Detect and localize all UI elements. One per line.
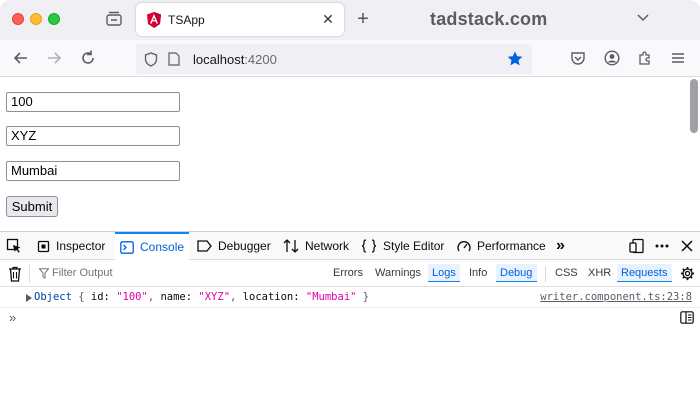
log-key-id: id: [90, 291, 117, 303]
filter-warnings[interactable]: Warnings [375, 267, 421, 279]
debugger-icon [197, 240, 212, 252]
minimize-window-button[interactable] [30, 13, 42, 25]
close-window-button[interactable] [12, 13, 24, 25]
filter-errors[interactable]: Errors [333, 267, 363, 279]
url-port: :4200 [244, 52, 277, 67]
tab-debugger[interactable]: Debugger [197, 232, 273, 260]
tab-inspector[interactable]: Inspector [37, 232, 113, 260]
trash-icon[interactable] [8, 266, 22, 282]
log-key-location: location: [242, 291, 306, 303]
angular-favicon-icon [147, 12, 161, 28]
filter-info[interactable]: Info [469, 267, 487, 279]
menu-icon[interactable] [670, 50, 686, 66]
filter-group-divider [545, 266, 546, 282]
filter-css[interactable]: CSS [555, 267, 578, 279]
gear-icon[interactable] [680, 266, 695, 281]
console-icon [120, 240, 134, 254]
filter-debug[interactable]: Debug [500, 267, 532, 279]
split-console-icon[interactable] [680, 311, 694, 324]
browser-tab[interactable]: TSApp ✕ [136, 3, 344, 36]
performance-icon [457, 240, 471, 251]
tab-style-editor-label: Style Editor [383, 239, 445, 253]
more-options-icon[interactable] [654, 238, 670, 254]
console-input-row[interactable]: » [0, 308, 700, 328]
zoom-window-button[interactable] [48, 13, 60, 25]
filter-output-input[interactable]: Filter Output [52, 267, 113, 279]
submit-button[interactable]: Submit [6, 196, 58, 217]
back-arrow-icon[interactable] [12, 49, 30, 67]
log-message: Object { id: "100", name: "XYZ", locatio… [34, 291, 369, 303]
tab-title: TSApp [168, 13, 205, 27]
console-filter-bar: Filter Output Errors Warnings Logs Info … [0, 261, 700, 287]
log-value-location: "Mumbai" [305, 291, 357, 303]
log-value-name: "XYZ" [198, 291, 231, 303]
tab-strip: TSApp ✕ + tadstack.com [0, 0, 700, 40]
account-icon[interactable] [604, 50, 620, 66]
tab-console[interactable]: Console [115, 232, 189, 260]
network-icon [283, 239, 299, 253]
watermark-text: tadstack.com [430, 9, 548, 29]
element-picker-icon[interactable] [6, 238, 22, 254]
log-value-id: "100" [116, 291, 148, 303]
browser-window: TSApp ✕ + tadstack.com localhost:4200 10… [0, 0, 700, 397]
page-scrollbar[interactable] [690, 77, 698, 231]
log-open-brace: { [71, 291, 91, 303]
reload-icon[interactable] [79, 49, 97, 67]
url-bar[interactable]: localhost:4200 [136, 44, 532, 74]
name-input[interactable]: XYZ [6, 126, 180, 146]
expand-arrow-icon[interactable] [26, 294, 32, 302]
tab-performance-label: Performance [477, 239, 546, 253]
devtools-panel: Inspector Console Debugger Network Style… [0, 231, 700, 397]
inspector-icon [37, 240, 50, 252]
extensions-icon[interactable] [637, 50, 653, 66]
tab-list-icon[interactable] [105, 11, 123, 27]
log-close-brace: } [356, 291, 370, 303]
log-object-keyword: Object [34, 291, 72, 303]
close-tab-icon[interactable]: ✕ [320, 10, 336, 28]
filter-divider [29, 265, 30, 283]
log-key-name: name: [160, 291, 199, 303]
devtools-toolbar: Inspector Console Debugger Network Style… [0, 232, 700, 260]
console-prompt-icon: » [9, 310, 17, 325]
tab-network[interactable]: Network [283, 232, 349, 260]
forward-arrow-icon[interactable] [45, 49, 63, 67]
navigation-toolbar: localhost:4200 [0, 40, 700, 77]
page-info-icon[interactable] [168, 52, 180, 66]
scrollbar-thumb[interactable] [690, 79, 698, 133]
id-input[interactable]: 100 [6, 92, 180, 112]
url-text[interactable]: localhost:4200 [193, 52, 277, 67]
tab-debugger-label: Debugger [218, 239, 271, 253]
log-source-link[interactable]: writer.component.ts:23:8 [540, 291, 692, 303]
tab-console-label: Console [140, 240, 185, 254]
chevron-down-icon[interactable] [636, 12, 650, 24]
filter-funnel-icon [39, 268, 49, 279]
filter-logs[interactable]: Logs [432, 267, 456, 279]
tab-network-label: Network [304, 239, 349, 253]
pocket-icon[interactable] [570, 50, 586, 66]
console-log-row[interactable]: Object { id: "100", name: "XYZ", locatio… [0, 288, 700, 308]
new-tab-button[interactable]: + [353, 8, 373, 30]
shield-icon[interactable] [144, 52, 158, 67]
log-comma: , [230, 291, 243, 303]
filter-xhr[interactable]: XHR [588, 267, 611, 279]
tab-performance[interactable]: Performance [457, 232, 547, 260]
bookmark-star-icon[interactable] [506, 50, 524, 68]
location-input[interactable]: Mumbai [6, 161, 180, 181]
style-editor-icon [361, 239, 377, 253]
tab-style-editor[interactable]: Style Editor [361, 232, 447, 260]
url-host: localhost [193, 52, 245, 67]
filter-requests[interactable]: Requests [621, 267, 667, 279]
page-content: 100 XYZ Mumbai Submit [0, 77, 700, 231]
more-tabs-button[interactable]: » [556, 232, 572, 260]
close-devtools-icon[interactable] [679, 238, 695, 254]
dock-options-icon[interactable] [629, 238, 645, 254]
tab-inspector-label: Inspector [56, 239, 106, 253]
log-comma: , [147, 291, 161, 303]
